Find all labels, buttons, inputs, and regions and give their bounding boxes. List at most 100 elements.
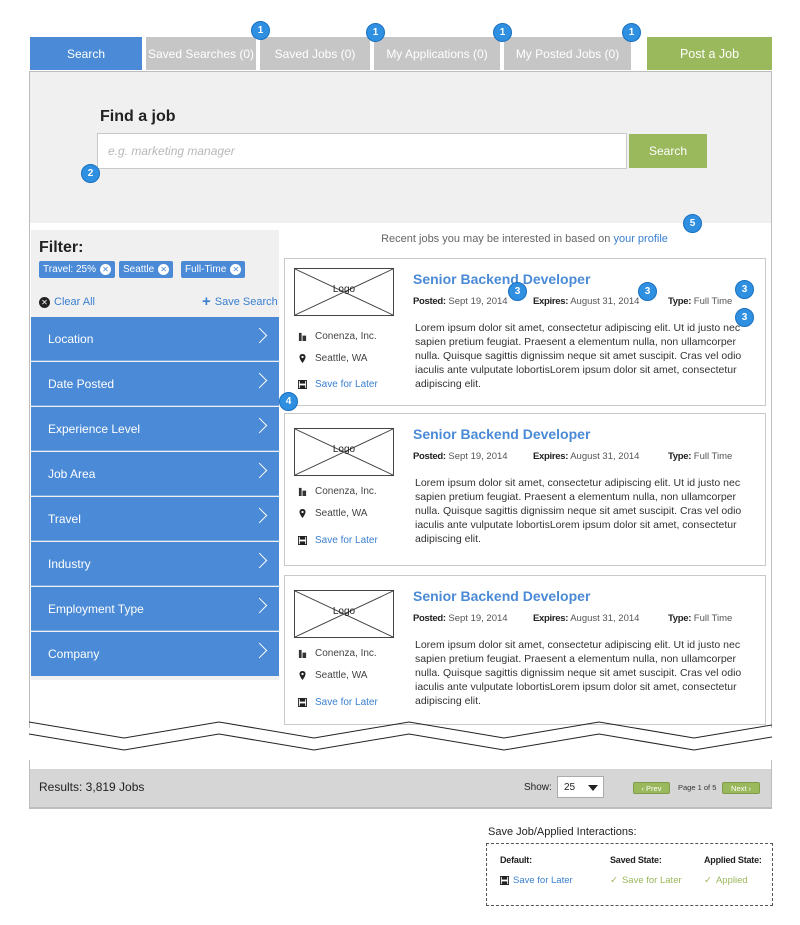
- logo-label: Logo: [332, 606, 356, 617]
- job-description: Lorem ipsum dolor sit amet, consectetur …: [415, 322, 742, 390]
- filter-chip-full-time[interactable]: Full-Time ✕: [181, 261, 246, 278]
- company-name: Conenza, Inc.: [298, 331, 377, 342]
- map-pin-icon: [299, 354, 306, 363]
- legend-applied-state: ✓ Applied: [704, 875, 748, 886]
- filter-chip-travel[interactable]: Travel: 25% ✕: [39, 261, 115, 278]
- profile-link[interactable]: your profile: [613, 233, 667, 245]
- prev-button[interactable]: ‹ Prev: [633, 782, 670, 794]
- company-label: Conenza, Inc.: [315, 648, 377, 659]
- tab-search[interactable]: Search: [30, 37, 142, 70]
- map-pin-icon: [299, 671, 306, 680]
- next-button[interactable]: Next ›: [722, 782, 760, 794]
- chevron-right-icon: [251, 552, 268, 569]
- location-label: Seattle, WA: [315, 670, 368, 681]
- type-value: Full Time: [693, 296, 733, 307]
- clear-icon: ✕: [39, 296, 50, 308]
- expires-label: Expires:: [533, 613, 569, 624]
- tab-label: My Applications (0): [386, 46, 488, 61]
- annotation-badge: 5: [683, 214, 702, 233]
- chip-label: Seattle: [123, 264, 155, 275]
- tab-label: Search: [66, 46, 106, 61]
- legend-saved-label: Save for Later: [621, 875, 682, 886]
- job-type: Type: Full Time: [668, 613, 732, 624]
- legend-saved-state: ✓ Save for Later: [610, 875, 682, 886]
- facet-label: Experience Level: [48, 421, 141, 436]
- tab-my-applications[interactable]: My Applications (0): [374, 37, 500, 70]
- facet-job-area[interactable]: Job Area: [31, 452, 279, 496]
- expires-value: August 31, 2014: [570, 451, 640, 462]
- type-label: Type:: [668, 451, 692, 462]
- search-input[interactable]: [97, 133, 627, 169]
- posted-date: Posted: Sept 19, 2014: [413, 613, 508, 624]
- filter-title: Filter:: [39, 239, 84, 256]
- post-job-button[interactable]: Post a Job: [647, 37, 772, 70]
- job-description: Lorem ipsum dolor sit amet, consectetur …: [415, 477, 742, 545]
- page-size-select[interactable]: 25: [557, 776, 604, 798]
- job-title[interactable]: Senior Backend Developer: [413, 588, 590, 604]
- legend-saved-head: Saved State:: [610, 855, 662, 865]
- facet-label: Location: [48, 331, 94, 346]
- posted-value: Sept 19, 2014: [448, 613, 508, 624]
- type-label: Type:: [668, 613, 692, 624]
- save-for-later-link[interactable]: Save for Later: [298, 379, 378, 390]
- tab-saved-jobs[interactable]: Saved Jobs (0): [260, 37, 370, 70]
- chevron-right-icon: [251, 507, 268, 524]
- search-button[interactable]: Search: [629, 134, 707, 168]
- arrow-right-icon: ›: [748, 783, 751, 793]
- job-location: Seattle, WA: [298, 508, 367, 519]
- facet-experience-level[interactable]: Experience Level: [31, 407, 279, 451]
- facet-industry[interactable]: Industry: [31, 542, 279, 586]
- facet-label: Job Area: [48, 466, 96, 481]
- company-name: Conenza, Inc.: [298, 486, 377, 497]
- posted-date: Posted: Sept 19, 2014: [413, 451, 508, 462]
- map-pin-icon: [299, 509, 306, 518]
- job-card: Logo Conenza, Inc. Seattle, WA Save for …: [284, 413, 766, 566]
- next-label: Next: [731, 783, 747, 793]
- expires-label: Expires:: [533, 451, 569, 462]
- clear-all-link[interactable]: ✕ Clear All: [39, 296, 95, 308]
- save-for-later-link[interactable]: Save for Later: [298, 535, 378, 546]
- job-type: Type: Full Time: [668, 296, 732, 307]
- facet-label: Date Posted: [48, 376, 115, 391]
- company-label: Conenza, Inc.: [315, 331, 377, 342]
- facet-date-posted[interactable]: Date Posted: [31, 362, 279, 406]
- facet-travel[interactable]: Travel: [31, 497, 279, 541]
- chip-label: Full-Time: [185, 264, 227, 275]
- save-search-label: Save Search: [214, 296, 278, 308]
- chevron-right-icon: [251, 462, 268, 479]
- save-disk-icon: [298, 698, 307, 707]
- remove-icon[interactable]: ✕: [158, 264, 170, 275]
- company-logo: Logo: [294, 428, 394, 476]
- save-label: Save for Later: [315, 379, 378, 390]
- legend-title: Save Job/Applied Interactions:: [488, 826, 637, 838]
- chevron-right-icon: [251, 597, 268, 614]
- remove-icon[interactable]: ✕: [230, 264, 242, 275]
- save-for-later-link[interactable]: Save for Later: [298, 697, 378, 708]
- facet-employment-type[interactable]: Employment Type: [31, 587, 279, 631]
- annotation-badge: 3: [735, 280, 754, 299]
- plus-icon: +: [202, 293, 211, 310]
- tab-my-posted-jobs[interactable]: My Posted Jobs (0): [504, 37, 631, 70]
- save-search-link[interactable]: + Save Search: [202, 293, 278, 310]
- tab-saved-searches[interactable]: Saved Searches (0): [146, 37, 256, 70]
- annotation-badge: 4: [279, 392, 298, 411]
- company-name: Conenza, Inc.: [298, 648, 377, 659]
- logo-label: Logo: [332, 284, 356, 295]
- job-title[interactable]: Senior Backend Developer: [413, 271, 590, 287]
- job-title[interactable]: Senior Backend Developer: [413, 426, 590, 442]
- filter-chip-seattle[interactable]: Seattle ✕: [119, 261, 174, 278]
- annotation-badge: 3: [508, 282, 527, 301]
- annotation-badge: 1: [622, 23, 641, 42]
- expires-value: August 31, 2014: [570, 613, 640, 624]
- facet-location[interactable]: Location: [31, 317, 279, 361]
- annotation-badge: 3: [735, 308, 754, 327]
- annotation-badge: 2: [81, 164, 100, 183]
- annotation-badge: 1: [366, 23, 385, 42]
- posted-label: Posted:: [413, 451, 446, 462]
- prev-label: Prev: [646, 783, 662, 793]
- checkmark-icon: ✓: [610, 875, 618, 886]
- remove-icon[interactable]: ✕: [99, 264, 111, 275]
- building-icon: [298, 649, 307, 658]
- annotation-badge: 3: [638, 282, 657, 301]
- facet-company[interactable]: Company: [31, 632, 279, 676]
